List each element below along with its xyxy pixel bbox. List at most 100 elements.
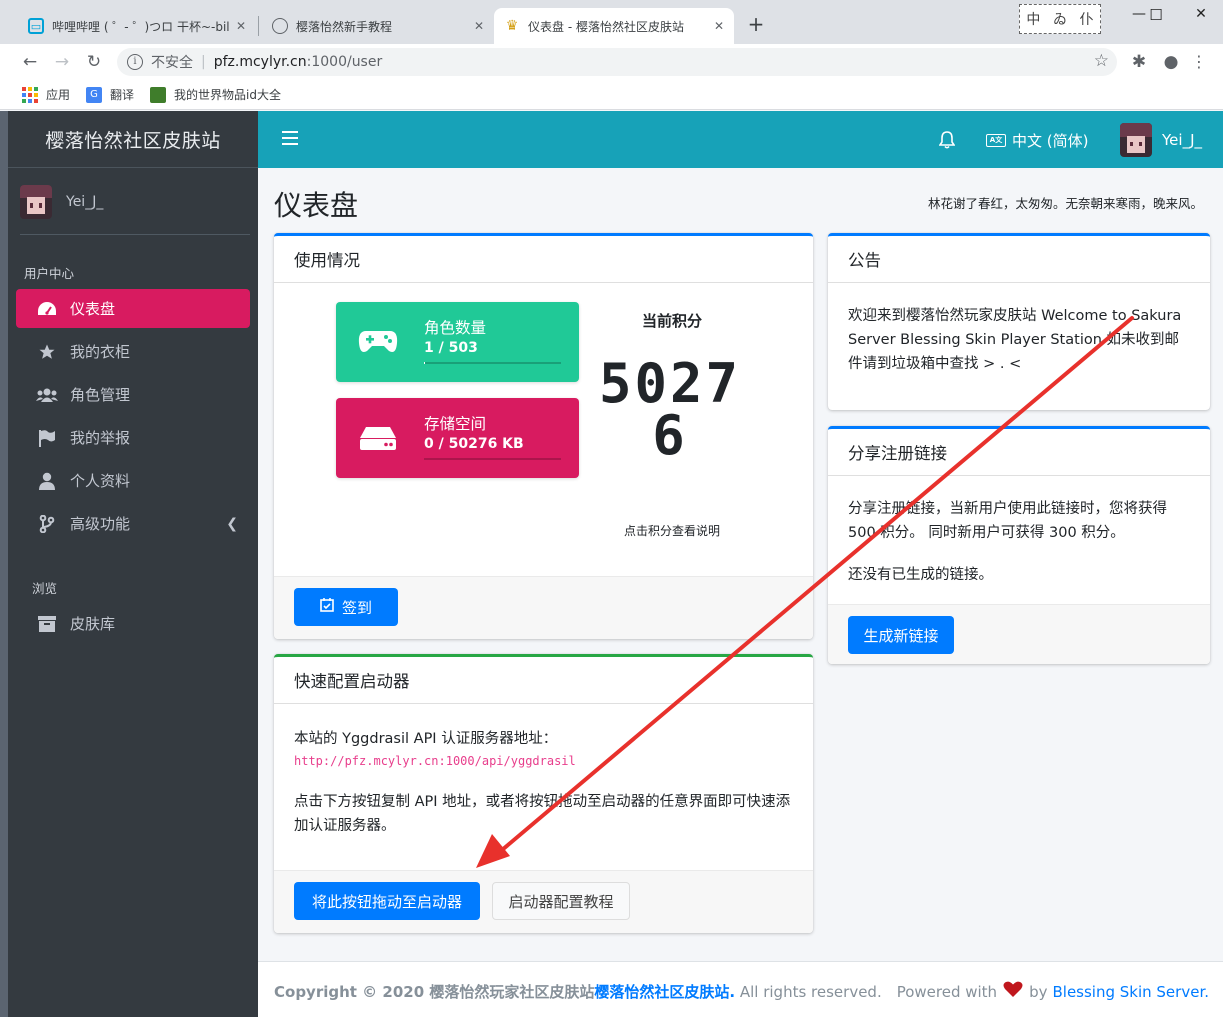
- page-quote: 林花谢了春红，太匆匆。无奈朝来寒雨，晚来风。: [927, 196, 1203, 211]
- flag-icon: [36, 429, 58, 447]
- players-count: 1 / 503: [424, 340, 478, 356]
- language-icon: A文: [986, 134, 1006, 147]
- launcher-description: 点击下方按钮复制 API 地址，或者将按钮拖动至启动器的任意界面即可快速添加认证…: [294, 794, 791, 834]
- bookmark-star-icon[interactable]: ☆: [1094, 51, 1109, 71]
- sidebar-item-profile[interactable]: 个人资料: [16, 461, 250, 500]
- profile-icon[interactable]: ●: [1160, 51, 1182, 73]
- page-title: 仪表盘: [274, 189, 359, 222]
- minecraft-icon: [150, 86, 167, 103]
- new-tab-button[interactable]: +: [744, 12, 768, 36]
- generate-link-button[interactable]: 生成新链接: [848, 616, 954, 654]
- sign-in-button[interactable]: 签到: [294, 588, 398, 626]
- storage-usage: 0 / 50276 KB: [424, 436, 524, 452]
- sidebar-item-players[interactable]: 角色管理: [16, 375, 250, 414]
- invite-text: 分享注册链接，当新用户使用此链接时，您将获得 500 积分。 同时新用户可获得 …: [848, 501, 1167, 541]
- sidebar-item-dashboard[interactable]: 仪表盘: [16, 289, 250, 328]
- card-title: 使用情况: [274, 236, 813, 283]
- browser-tab-dashboard[interactable]: ♛ 仪表盘 - 樱落怡然社区皮肤站 ✕: [494, 8, 734, 44]
- bookmark-mc-items[interactable]: 我的世界物品id大全: [150, 86, 281, 103]
- reload-icon[interactable]: ↻: [83, 51, 105, 73]
- sign-in-label: 签到: [341, 598, 372, 617]
- launcher-intro: 本站的 Yggdrasil API 认证服务器地址：: [294, 731, 558, 747]
- apps-grid-icon: [22, 86, 38, 103]
- forward-arrow-icon[interactable]: →: [51, 51, 73, 73]
- bookmark-label: 我的世界物品id大全: [174, 88, 281, 102]
- branch-icon: [36, 514, 58, 533]
- brand-link[interactable]: 樱落怡然社区皮肤站: [8, 111, 258, 168]
- browser-tab-title: 哔哩哔哩 ( ゜- ゜)つロ 干杯~-bili: [52, 19, 230, 34]
- sidebar-user-panel[interactable]: Yei_J_: [20, 169, 250, 235]
- close-icon[interactable]: ✕: [236, 19, 246, 33]
- top-navbar: A文 中文 (简体) Yei_J_: [258, 111, 1223, 168]
- bookmark-translate[interactable]: G 翻译: [86, 86, 134, 103]
- drag-to-launcher-button[interactable]: 将此按钮拖动至启动器: [294, 882, 480, 920]
- translate-icon: G: [86, 86, 103, 103]
- hamburger-menu-icon[interactable]: [282, 131, 298, 145]
- browser-tab-tutorial[interactable]: 樱落怡然新手教程 ✕: [262, 8, 494, 44]
- copyright-text: Copyright © 2020 樱落怡然玩家社区皮肤站: [274, 983, 595, 1001]
- close-icon[interactable]: ✕: [714, 19, 724, 33]
- tab-separator: [258, 16, 259, 36]
- star-icon: [36, 343, 58, 361]
- address-bar-row: ← → ↻ i 不安全 | pfz.mcylyr.cn :1000/user ☆…: [0, 44, 1223, 80]
- bell-icon[interactable]: [938, 131, 956, 153]
- storage-label: 存储空间: [424, 415, 487, 433]
- close-window-button[interactable]: ✕: [1186, 6, 1216, 26]
- menu-kebab-icon[interactable]: ⋮: [1188, 51, 1210, 73]
- background-window-strip: [0, 111, 8, 1017]
- rights-text: All rights reserved.: [735, 983, 882, 1001]
- user-icon: [36, 472, 58, 490]
- nav-header-browse: 浏览: [32, 581, 58, 596]
- card-footer: 签到: [274, 576, 813, 639]
- heart-icon: [1003, 981, 1023, 1002]
- language-label: 中文 (简体): [1012, 132, 1089, 150]
- sidebar-item-label: 我的衣柜: [70, 343, 131, 361]
- score-hint: 点击积分查看说明: [623, 524, 720, 538]
- avatar: [1120, 123, 1152, 157]
- hdd-icon: [360, 425, 396, 455]
- divider: |: [201, 54, 206, 70]
- card-title: 分享注册链接: [828, 429, 1210, 476]
- extensions-icon[interactable]: ✱: [1128, 51, 1150, 73]
- calendar-check-icon: [320, 598, 334, 616]
- sidebar-item-closet[interactable]: 我的衣柜: [16, 332, 250, 371]
- launcher-card: 快速配置启动器 本站的 Yggdrasil API 认证服务器地址： http:…: [274, 654, 813, 933]
- security-label: 不安全: [151, 55, 193, 71]
- sidebar-item-label: 我的举报: [70, 429, 131, 447]
- browser-tab-title: 仪表盘 - 樱落怡然社区皮肤站: [528, 19, 684, 34]
- ime-toolbar[interactable]: 中 ゐ 仆: [1019, 4, 1101, 34]
- chevron-left-icon: ❮: [226, 515, 238, 532]
- info-icon[interactable]: i: [127, 54, 143, 70]
- sidebar-item-skinlib[interactable]: 皮肤库: [16, 604, 250, 643]
- address-input[interactable]: i 不安全 | pfz.mcylyr.cn :1000/user ☆: [117, 48, 1117, 76]
- url-host: pfz.mcylyr.cn: [213, 54, 307, 70]
- back-arrow-icon[interactable]: ←: [19, 51, 41, 73]
- bookmark-label: 翻译: [110, 88, 135, 102]
- bookmark-apps[interactable]: 应用: [22, 86, 70, 103]
- invite-empty-text: 还没有已生成的链接。: [848, 567, 993, 583]
- card-title: 快速配置启动器: [274, 657, 813, 704]
- site-name-link[interactable]: 樱落怡然社区皮肤站.: [594, 983, 735, 1001]
- players-info-box: 角色数量 1 / 503: [336, 302, 579, 382]
- invite-card: 分享注册链接 分享注册链接，当新用户使用此链接时，您将获得 500 积分。 同时…: [828, 426, 1210, 664]
- avatar: [20, 184, 52, 219]
- sidebar-item-reports[interactable]: 我的举报: [16, 418, 250, 457]
- ime-mode-label: 中: [1026, 12, 1041, 28]
- browser-tab-bilibili[interactable]: ▭ 哔哩哔哩 ( ゜- ゜)つロ 干杯~-bili ✕: [18, 8, 256, 44]
- maximize-button[interactable]: ☐: [1141, 6, 1171, 26]
- score-value[interactable]: 50276: [588, 357, 752, 463]
- sidebar-item-label: 仪表盘: [70, 300, 116, 318]
- blessing-skin-link[interactable]: Blessing Skin Server.: [1052, 983, 1209, 1001]
- sidebar-item-advanced[interactable]: 高级功能 ❮: [16, 504, 250, 543]
- user-menu[interactable]: Yei_J_: [1120, 123, 1202, 157]
- close-icon[interactable]: ✕: [474, 19, 484, 33]
- nav-header-user: 用户中心: [24, 266, 75, 281]
- ime-punct-label: ゐ: [1052, 12, 1067, 28]
- language-dropdown[interactable]: A文 中文 (简体): [986, 130, 1088, 151]
- sidebar-username: Yei_J_: [66, 193, 104, 210]
- globe-icon: [272, 18, 288, 34]
- launcher-tutorial-button[interactable]: 启动器配置教程: [492, 882, 630, 920]
- sidebar-item-label: 皮肤库: [70, 615, 116, 633]
- footer-powered: Powered with by Blessing Skin Server.: [897, 981, 1209, 1002]
- sidebar: 樱落怡然社区皮肤站 Yei_J_ 用户中心 仪表盘 我的衣柜 角色管理 我的举报: [8, 111, 258, 1017]
